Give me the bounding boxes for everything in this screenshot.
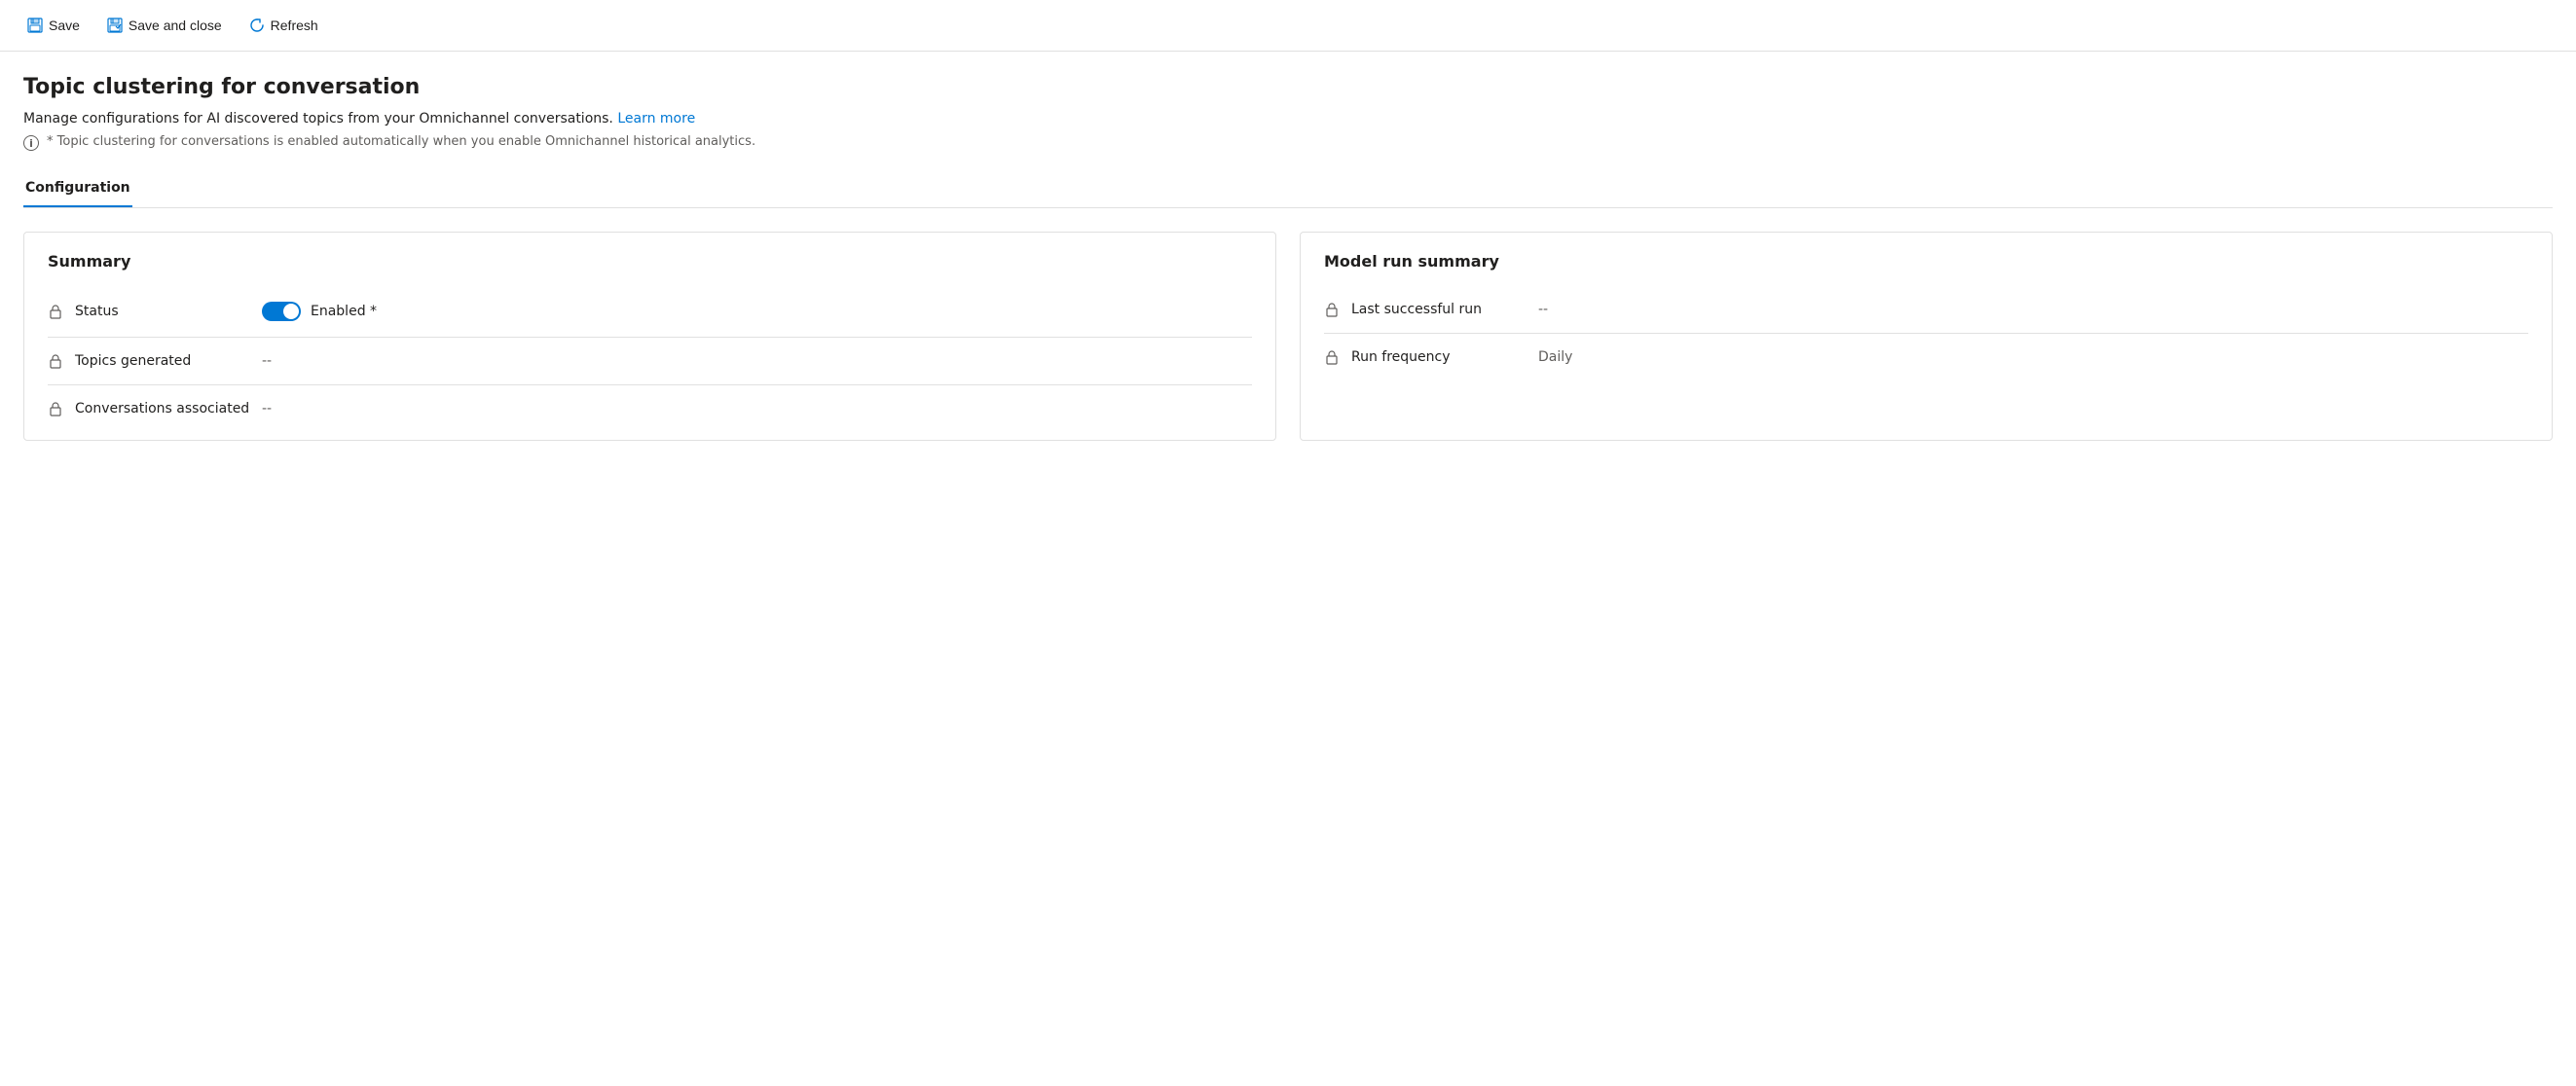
save-label: Save	[49, 18, 80, 33]
learn-more-link[interactable]: Learn more	[617, 111, 695, 127]
last-run-row: Last successful run --	[1324, 286, 2528, 334]
main-content: Topic clustering for conversation Manage…	[0, 52, 2576, 464]
save-and-close-label: Save and close	[129, 18, 222, 33]
status-toggle[interactable]	[262, 302, 301, 321]
topics-lock-icon	[48, 353, 63, 369]
conversations-associated-label: Conversations associated	[75, 401, 250, 416]
tabs-bar: Configuration	[23, 170, 2553, 208]
topics-generated-value: --	[262, 353, 272, 369]
conversations-associated-value: --	[262, 401, 272, 416]
last-run-value: --	[1538, 302, 1548, 317]
last-run-label: Last successful run	[1351, 302, 1527, 317]
run-frequency-value: Daily	[1538, 349, 1572, 365]
info-note: i * Topic clustering for conversations i…	[23, 134, 2553, 151]
refresh-icon	[249, 18, 265, 33]
conversations-associated-row: Conversations associated --	[48, 385, 1252, 432]
refresh-label: Refresh	[271, 18, 318, 33]
info-icon: i	[23, 135, 39, 151]
save-and-close-button[interactable]: Save and close	[95, 12, 234, 39]
info-note-text: * Topic clustering for conversations is …	[47, 134, 755, 149]
status-toggle-wrapper: Enabled *	[262, 302, 377, 321]
refresh-button[interactable]: Refresh	[238, 12, 330, 39]
summary-card-title: Summary	[48, 252, 1252, 271]
toolbar: Save Save and close Refresh	[0, 0, 2576, 52]
status-label: Status	[75, 304, 250, 319]
run-frequency-lock-icon	[1324, 349, 1340, 365]
topics-generated-row: Topics generated --	[48, 338, 1252, 385]
save-close-icon	[107, 18, 123, 33]
model-run-card-title: Model run summary	[1324, 252, 2528, 271]
page-description: Manage configurations for AI discovered …	[23, 111, 2553, 127]
description-text: Manage configurations for AI discovered …	[23, 111, 613, 127]
status-toggle-value: Enabled *	[311, 304, 377, 319]
status-lock-icon	[48, 304, 63, 319]
last-run-lock-icon	[1324, 302, 1340, 317]
status-row: Status Enabled *	[48, 286, 1252, 338]
conversations-lock-icon	[48, 401, 63, 416]
model-run-summary-card: Model run summary Last successful run --	[1300, 232, 2553, 441]
run-frequency-label: Run frequency	[1351, 349, 1527, 365]
run-frequency-row: Run frequency Daily	[1324, 334, 2528, 380]
topics-generated-label: Topics generated	[75, 353, 250, 369]
summary-card: Summary Status Enabled *	[23, 232, 1276, 441]
save-button[interactable]: Save	[16, 12, 92, 39]
cards-row: Summary Status Enabled *	[23, 232, 2553, 441]
tab-configuration[interactable]: Configuration	[23, 170, 132, 207]
save-icon	[27, 18, 43, 33]
page-title: Topic clustering for conversation	[23, 75, 2553, 99]
